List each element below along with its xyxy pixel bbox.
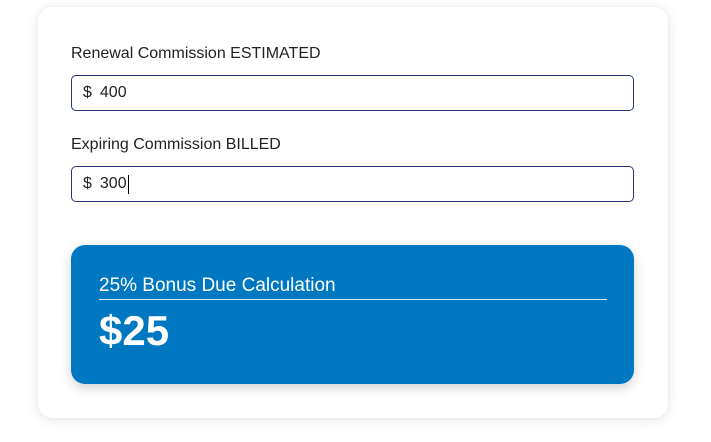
currency-symbol: $ [83,175,92,192]
bonus-result-panel: 25% Bonus Due Calculation $25 [71,245,634,384]
bonus-result-amount: $25 [99,307,170,354]
renewal-commission-input[interactable]: $ 400 [71,75,634,111]
expiring-commission-label: Expiring Commission BILLED [71,136,281,153]
result-divider [99,299,607,300]
currency-symbol: $ [83,84,92,101]
calculator-card: Renewal Commission ESTIMATED $ 400 Expir… [38,7,668,418]
expiring-commission-value: 300 [99,175,127,192]
expiring-commission-input[interactable]: $ 300 [71,166,634,202]
text-cursor [127,174,129,194]
bonus-result-title: 25% Bonus Due Calculation [99,275,336,296]
renewal-commission-label: Renewal Commission ESTIMATED [71,45,321,62]
renewal-commission-value: 400 [99,84,127,101]
